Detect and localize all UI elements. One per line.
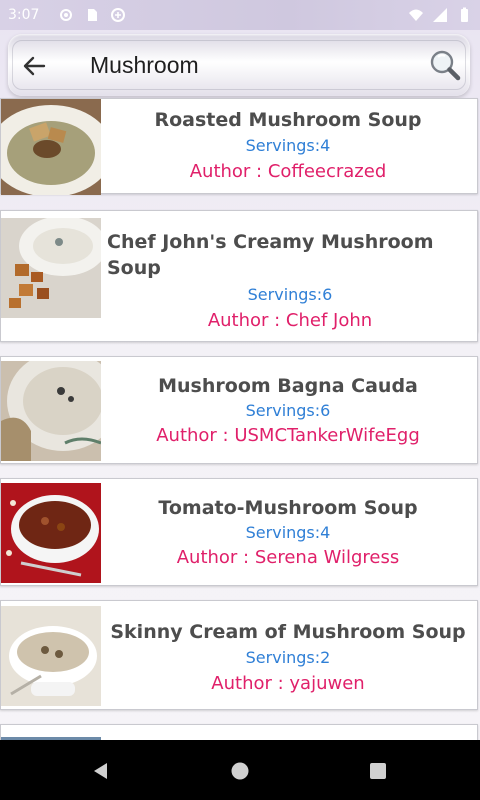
recents-square-icon[interactable] (367, 760, 389, 782)
recipe-card[interactable]: Roasted Mushroom Soup Servings:4 Author … (0, 98, 478, 195)
settings-icon (60, 9, 72, 21)
recipe-card-body: Tomato-Mushroom Soup Servings:4 Author :… (103, 479, 473, 585)
recipe-title: Chef John's Creamy Mushroom Soup (107, 231, 434, 279)
recipe-servings: Servings:6 (247, 285, 333, 304)
recipe-servings: Servings:4 (245, 136, 331, 155)
search-input[interactable]: Mushroom (90, 52, 199, 79)
signal-icon (433, 8, 447, 22)
recipe-card[interactable]: Skinny Cream of Mushroom Soup Servings:2… (0, 600, 478, 710)
recipe-title: Tomato-Mushroom Soup (158, 497, 418, 519)
recipe-title: Roasted Mushroom Soup (154, 109, 422, 131)
sim-icon (88, 9, 97, 21)
status-time: 3:07 (8, 7, 40, 23)
recipe-author: Author : USMCTankerWifeEgg (156, 425, 420, 446)
recipe-card[interactable]: Chef John's Creamy Mushroom Soup Serving… (0, 210, 478, 342)
magnifier-icon[interactable] (428, 48, 462, 82)
arrow-left-icon[interactable] (20, 52, 48, 80)
home-circle-icon[interactable] (229, 760, 251, 782)
recipe-author: Author : Chef John (207, 310, 373, 331)
status-bar: 3:07 (0, 0, 480, 30)
status-left-icons (58, 7, 126, 23)
recipe-servings: Servings:2 (245, 648, 331, 667)
wifi-icon (409, 9, 423, 21)
recipe-thumbnail (1, 483, 101, 583)
recipe-card[interactable]: Tomato-Mushroom Soup Servings:4 Author :… (0, 478, 478, 586)
recipe-thumbnail (1, 361, 101, 461)
recipe-card-body: Skinny Cream of Mushroom Soup Servings:2… (103, 601, 473, 709)
recipe-author: Author : Coffeecrazed (189, 161, 387, 182)
recipe-thumbnail (1, 218, 101, 318)
navigation-bar (0, 740, 480, 800)
recipe-card-body: Roasted Mushroom Soup Servings:4 Author … (103, 99, 473, 193)
recipe-title: Mushroom Bagna Cauda (158, 375, 418, 397)
recipe-thumbnail (1, 99, 101, 195)
recipe-servings: Servings:4 (245, 523, 331, 542)
search-field-frame (12, 40, 466, 90)
recipe-card-body: Mushroom Bagna Cauda Servings:6 Author :… (103, 357, 473, 463)
recipe-author: Author : yajuwen (211, 673, 365, 694)
battery-icon (461, 7, 468, 22)
back-triangle-icon[interactable] (90, 760, 112, 782)
recipe-card[interactable]: Mushroom Bagna Cauda Servings:6 Author :… (0, 356, 478, 464)
recipe-thumbnail (1, 606, 101, 706)
recipe-card-body: Chef John's Creamy Mushroom Soup Serving… (107, 211, 473, 341)
data-saver-icon (111, 8, 125, 22)
recipe-servings: Servings:6 (245, 401, 331, 420)
recipe-title: Skinny Cream of Mushroom Soup (110, 621, 466, 643)
search-bar: Mushroom (8, 34, 470, 96)
status-right-icons (408, 7, 472, 23)
recipe-author: Author : Serena Wilgress (176, 547, 400, 568)
